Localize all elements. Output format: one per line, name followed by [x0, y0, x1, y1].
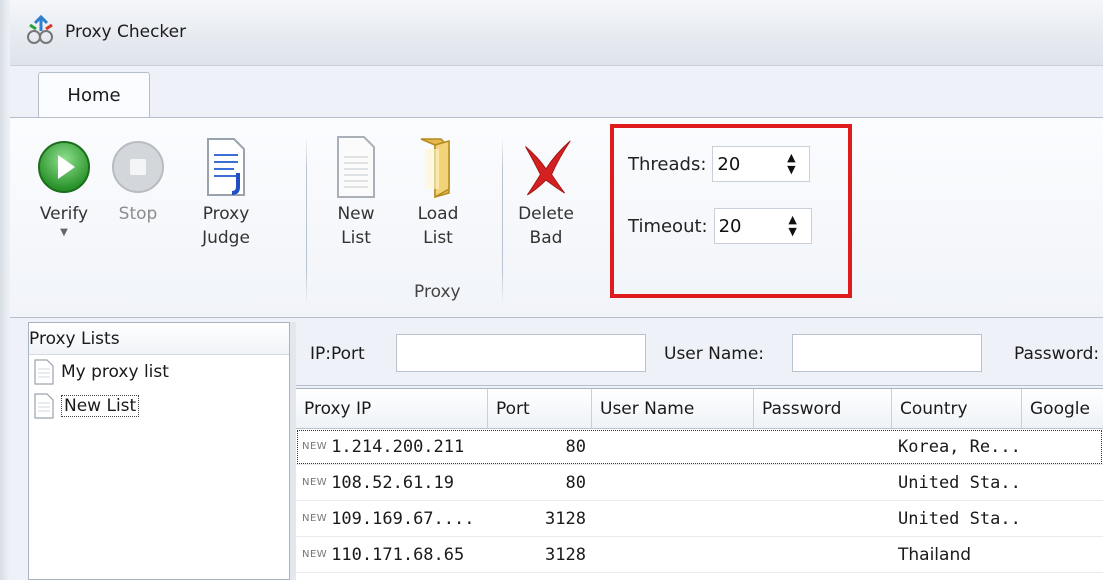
- new-badge: NEW: [302, 441, 328, 452]
- cell-country: United Sta...: [898, 508, 1022, 529]
- title-bar: Proxy Checker: [10, 0, 1103, 66]
- table-row[interactable]: NEW 108.52.61.19 80 United Sta...: [296, 465, 1103, 501]
- window-title: Proxy Checker: [65, 22, 187, 42]
- verify-button[interactable]: Verify ▼: [36, 132, 92, 240]
- timeout-label: Timeout:: [628, 215, 708, 237]
- column-header-port[interactable]: Port: [488, 389, 592, 428]
- column-header-password[interactable]: Password: [754, 389, 892, 428]
- password-label: Password:: [1014, 344, 1100, 364]
- proxy-judge-button[interactable]: Proxy Judge: [198, 132, 254, 250]
- delete-bad-button[interactable]: Delete Bad: [518, 132, 574, 250]
- spinner-arrows-icon[interactable]: ▲ ▼: [775, 214, 811, 238]
- document-icon: [207, 138, 245, 196]
- new-badge: NEW: [302, 477, 328, 488]
- username-input[interactable]: [792, 334, 982, 372]
- timeout-row: Timeout: 20 ▲ ▼: [628, 208, 812, 244]
- filter-bar: IP:Port User Name: Password:: [296, 322, 1103, 386]
- load-list-label: Load List: [417, 204, 459, 248]
- new-list-label: New List: [337, 204, 375, 248]
- proxy-table: Proxy IP Port User Name Password Country…: [296, 388, 1103, 580]
- cell-country: Korea, Re...: [898, 436, 1021, 457]
- list-item-label: New List: [61, 395, 140, 417]
- window-edge: [0, 0, 10, 580]
- list-item-label: My proxy list: [61, 362, 169, 382]
- new-list-button[interactable]: New List: [328, 132, 384, 250]
- new-badge: NEW: [302, 549, 328, 560]
- cell-user-name: [592, 465, 754, 500]
- play-icon: [38, 141, 90, 193]
- proxy-grid-panel: IP:Port User Name: Password: Proxy IP Po…: [296, 322, 1103, 580]
- proxy-lists-panel: Proxy Lists My proxy list New List: [28, 322, 290, 580]
- list-item-new-list[interactable]: New List: [29, 389, 289, 423]
- cell-proxy-ip: NEW 1.214.200.211: [296, 429, 488, 464]
- cell-proxy-ip: NEW 110.171.68.65: [296, 537, 488, 572]
- new-document-icon: [337, 136, 375, 198]
- cell-password: [754, 465, 892, 500]
- cell-port: 80: [565, 436, 586, 457]
- load-list-button[interactable]: Load List: [410, 132, 466, 250]
- app-window: Proxy Checker Home Verify ▼ Stop Proxy J…: [0, 0, 1103, 580]
- folder-icon: [420, 138, 450, 199]
- threads-row: Threads: 20 ▲ ▼: [628, 146, 811, 182]
- ip-text: 108.52.61.19: [331, 472, 455, 493]
- group-separator: [502, 136, 503, 304]
- cell-country: United Sta...: [898, 472, 1022, 493]
- document-icon: [34, 393, 54, 419]
- column-header-proxy-ip[interactable]: Proxy IP: [296, 389, 488, 428]
- timeout-spinner[interactable]: 20 ▲ ▼: [713, 208, 812, 244]
- cell-country: Thailand: [898, 544, 972, 565]
- delete-x-icon: [525, 140, 571, 196]
- cell-user-name: [592, 429, 754, 464]
- column-header-google[interactable]: Google: [1022, 389, 1103, 428]
- list-item-my-proxy-list[interactable]: My proxy list: [29, 355, 289, 389]
- cell-password: [754, 537, 892, 572]
- cell-port: 3128: [545, 544, 586, 565]
- cell-proxy-ip: NEW 108.52.61.19: [296, 465, 488, 500]
- table-row[interactable]: NEW 1.214.200.211 80 Korea, Re...: [296, 429, 1103, 465]
- proxy-lists-header: Proxy Lists: [29, 323, 289, 355]
- username-label: User Name:: [664, 344, 765, 364]
- stop-icon: [112, 141, 164, 193]
- column-header-country[interactable]: Country: [892, 389, 1022, 428]
- timeout-value[interactable]: 20: [715, 216, 775, 237]
- cell-port: 80: [565, 472, 586, 493]
- cell-password: [754, 429, 892, 464]
- threads-value[interactable]: 20: [713, 154, 773, 175]
- chevron-down-icon[interactable]: ▼: [60, 226, 68, 240]
- ip-text: 109.169.67....: [331, 508, 475, 529]
- stop-label: Stop: [118, 204, 158, 224]
- stop-button[interactable]: Stop: [110, 132, 166, 226]
- tab-home[interactable]: Home: [38, 72, 150, 118]
- document-icon: [34, 359, 54, 385]
- ribbon-panel: Verify ▼ Stop Proxy Judge New List Load …: [10, 118, 1103, 318]
- column-header-user-name[interactable]: User Name: [592, 389, 754, 428]
- group-label-proxy: Proxy: [414, 282, 461, 302]
- ip-text: 110.171.68.65: [331, 544, 465, 565]
- threads-label: Threads:: [628, 153, 707, 175]
- verify-label: Verify: [39, 204, 89, 224]
- cell-user-name: [592, 501, 754, 536]
- group-separator: [306, 136, 307, 304]
- ip-port-label: IP:Port: [310, 344, 365, 364]
- table-header: Proxy IP Port User Name Password Country…: [296, 389, 1103, 429]
- cell-port: 3128: [545, 508, 586, 529]
- cell-user-name: [592, 537, 754, 572]
- delete-bad-label: Delete Bad: [518, 204, 574, 248]
- proxy-judge-label: Proxy Judge: [202, 204, 250, 248]
- app-logo-icon: [27, 14, 53, 44]
- settings-highlight-box: Threads: 20 ▲ ▼ Timeout: 20 ▲ ▼: [610, 124, 852, 298]
- cell-proxy-ip: NEW 109.169.67....: [296, 501, 488, 536]
- spinner-arrows-icon[interactable]: ▲ ▼: [773, 152, 809, 176]
- table-row[interactable]: NEW 109.169.67.... 3128 United Sta...: [296, 501, 1103, 537]
- ip-port-input[interactable]: [396, 334, 646, 372]
- cell-password: [754, 501, 892, 536]
- new-badge: NEW: [302, 513, 328, 524]
- threads-spinner[interactable]: 20 ▲ ▼: [712, 146, 811, 182]
- ip-text: 1.214.200.211: [331, 436, 465, 457]
- table-row[interactable]: NEW 110.171.68.65 3128 Thailand: [296, 537, 1103, 573]
